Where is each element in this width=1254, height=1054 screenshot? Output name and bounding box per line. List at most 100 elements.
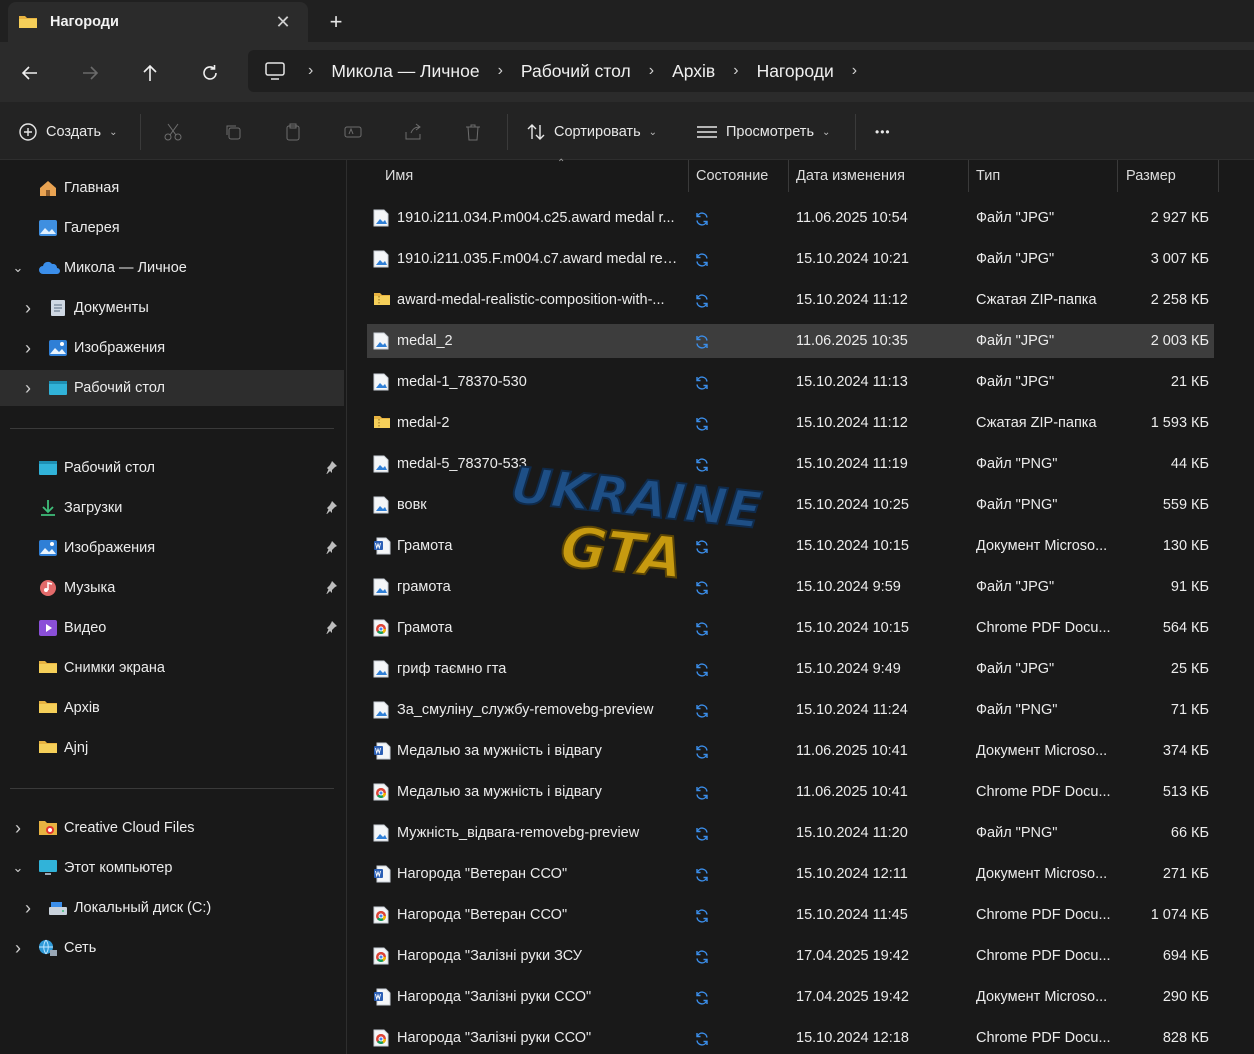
sync-status-icon <box>694 375 710 391</box>
chevron-right-icon[interactable]: › <box>20 898 36 919</box>
sidebar-item-downloads[interactable]: Загрузки <box>0 490 344 526</box>
breadcrumb-item[interactable]: Архів <box>662 61 725 82</box>
sidebar-item-folder[interactable]: Ajnj <box>0 730 344 766</box>
file-row[interactable]: гриф таємно гта 15.10.2024 9:49 Файл "JPG"… <box>367 652 1214 686</box>
sidebar-item-gallery[interactable]: Галерея <box>0 210 344 246</box>
breadcrumb-chevron-icon[interactable]: › <box>725 62 746 80</box>
file-size: 513 КБ <box>1162 784 1209 800</box>
sidebar-item-folder[interactable]: Архів <box>0 690 344 726</box>
chevron-right-icon[interactable]: › <box>20 338 36 359</box>
file-row[interactable]: грамота 15.10.2024 9:59 Файл "JPG" 91 КБ <box>367 570 1214 604</box>
back-button[interactable] <box>16 59 44 87</box>
column-header-status[interactable]: Состояние <box>688 160 788 192</box>
column-header-name[interactable]: Имя ⌃ <box>377 158 688 192</box>
cut-button[interactable] <box>161 120 185 144</box>
breadcrumb-item[interactable]: Рабочий стол <box>511 61 641 82</box>
new-tab-button[interactable]: + <box>324 10 348 34</box>
file-row[interactable]: Нагорода "Ветеран ССО" 15.10.2024 12:11 До… <box>367 857 1214 891</box>
chevron-right-icon[interactable]: › <box>10 938 26 959</box>
file-name: Медалью за мужність і відвагу <box>397 784 602 800</box>
pin-icon[interactable] <box>324 620 338 635</box>
address-bar[interactable]: › Микола — Личное › Рабочий стол › Архів… <box>248 50 1254 92</box>
breadcrumb-item[interactable]: Нагороди <box>747 61 844 82</box>
breadcrumb-chevron-icon[interactable]: › <box>490 62 511 80</box>
up-button[interactable] <box>136 59 164 87</box>
tab-active[interactable]: Нагороди ✕ <box>8 2 308 42</box>
chevron-down-icon[interactable]: ⌄ <box>10 860 26 876</box>
file-row[interactable]: Грамота 15.10.2024 10:15 Документ Microso.… <box>367 529 1214 563</box>
file-date: 15.10.2024 12:18 <box>796 1030 909 1046</box>
delete-button[interactable] <box>461 120 485 144</box>
sidebar-item-computer[interactable]: ⌄ Этот компьютер <box>0 850 344 886</box>
create-button[interactable]: Создать ⌄ <box>18 118 118 146</box>
chevron-right-icon[interactable]: › <box>20 298 36 319</box>
pin-icon[interactable] <box>324 460 338 475</box>
file-row[interactable]: 1910.i211.034.P.m004.c25.award medal r..… <box>367 201 1214 235</box>
file-row[interactable]: Грамота 15.10.2024 10:15 Chrome PDF Docu..… <box>367 611 1214 645</box>
file-name: Нагорода "Залізні руки ССО" <box>397 989 592 1005</box>
tab-close-button[interactable]: ✕ <box>272 11 294 33</box>
file-row[interactable]: award-medal-realistic-composition-with-.… <box>367 283 1214 317</box>
pictures-icon <box>48 339 68 357</box>
pin-icon[interactable] <box>324 540 338 555</box>
file-row[interactable]: Нагорода "Залізні руки ССО" 15.10.2024 12… <box>367 1021 1214 1054</box>
sort-button[interactable]: Сортировать ⌄ <box>526 118 657 146</box>
sidebar-item-network[interactable]: › Сеть <box>0 930 344 966</box>
sidebar-item-creative-cloud[interactable]: › Creative Cloud Files <box>0 810 344 846</box>
file-row[interactable]: Нагорода "Залізні руки ССО" 17.04.2025 19… <box>367 980 1214 1014</box>
forward-button[interactable] <box>76 59 104 87</box>
sidebar-item-onedrive[interactable]: ⌄ Микола — Личное <box>0 250 344 286</box>
breadcrumb-chevron-icon[interactable]: › <box>641 62 662 80</box>
file-row[interactable]: Медалью за мужність і відвагу 11.06.2025 … <box>367 775 1214 809</box>
sidebar-item-documents[interactable]: › Документы <box>0 290 344 326</box>
video-icon <box>38 619 58 637</box>
rename-button[interactable] <box>341 120 365 144</box>
file-row[interactable]: Нагорода "Залізні руки ЗСУ 17.04.2025 19:… <box>367 939 1214 973</box>
sidebar-item-disk[interactable]: › Локальный диск (C:) <box>0 890 344 926</box>
sidebar-item-folder[interactable]: Снимки экрана <box>0 650 344 686</box>
file-row[interactable]: вовк 15.10.2024 10:25 Файл "PNG" 559 КБ <box>367 488 1214 522</box>
column-header-type[interactable]: Тип <box>968 160 1118 192</box>
chevron-right-icon[interactable]: › <box>20 378 36 399</box>
column-header-date[interactable]: Дата изменения <box>788 160 968 192</box>
file-name: Нагорода "Залізні руки ЗСУ <box>397 948 582 964</box>
refresh-button[interactable] <box>196 59 224 87</box>
file-row[interactable]: За_смуліну_службу-removebg-preview 15.10.… <box>367 693 1214 727</box>
file-type: Chrome PDF Docu... <box>976 1030 1111 1046</box>
network-icon <box>38 939 58 957</box>
share-button[interactable] <box>401 120 425 144</box>
sidebar-item-label: Изображения <box>64 540 156 556</box>
navigation-pane: Главная Галерея ⌄ Микола — Личное › Документы… <box>0 160 346 1054</box>
pin-icon[interactable] <box>324 580 338 595</box>
breadcrumb-chevron-icon[interactable]: › <box>844 62 865 80</box>
file-row[interactable]: Мужність_відвага-removebg-preview 15.10.2… <box>367 816 1214 850</box>
sidebar-item-music[interactable]: Музыка <box>0 570 344 606</box>
pin-icon[interactable] <box>324 500 338 515</box>
copy-button[interactable] <box>221 120 245 144</box>
column-header-size[interactable]: Размер <box>1118 160 1218 192</box>
chevron-right-icon[interactable]: › <box>10 818 26 839</box>
sidebar-item-desktop[interactable]: Рабочий стол <box>0 450 344 486</box>
file-row[interactable]: medal-2 15.10.2024 11:12 Сжатая ZIP-папка 1… <box>367 406 1214 440</box>
column-divider[interactable] <box>1218 160 1219 192</box>
paste-button[interactable] <box>281 120 305 144</box>
more-options-button[interactable]: ••• <box>875 118 891 146</box>
sidebar-item-pictures[interactable]: › Изображения <box>0 330 344 366</box>
file-row[interactable]: medal-5_78370-533 15.10.2024 11:19 Файл "P… <box>367 447 1214 481</box>
sidebar-item-pictures[interactable]: Изображения <box>0 530 344 566</box>
file-row[interactable]: 1910.i211.035.F.m004.c7.award medal rea.… <box>367 242 1214 276</box>
file-row[interactable]: medal_2 11.06.2025 10:35 Файл "JPG" 2 003 К… <box>367 324 1214 358</box>
sidebar-item-video[interactable]: Видео <box>0 610 344 646</box>
chevron-down-icon[interactable]: ⌄ <box>10 260 26 276</box>
sidebar-item-desktop[interactable]: › Рабочий стол <box>0 370 344 406</box>
breadcrumb-chevron-icon[interactable]: › <box>300 62 321 80</box>
sidebar-item-home[interactable]: Главная <box>0 170 344 206</box>
file-date: 15.10.2024 11:13 <box>796 374 908 390</box>
command-bar: Создать ⌄ Сортировать ⌄ Просмотреть ⌄ ••… <box>0 102 1254 160</box>
file-row[interactable]: medal-1_78370-530 15.10.2024 11:13 Файл "J… <box>367 365 1214 399</box>
column-header-type-label: Тип <box>976 168 1001 184</box>
file-row[interactable]: Нагорода "Ветеран ССО" 15.10.2024 11:45 Ch… <box>367 898 1214 932</box>
view-button[interactable]: Просмотреть ⌄ <box>696 118 830 146</box>
breadcrumb-item[interactable]: Микола — Личное <box>321 61 489 82</box>
file-row[interactable]: Медалью за мужність і відвагу 11.06.2025 … <box>367 734 1214 768</box>
